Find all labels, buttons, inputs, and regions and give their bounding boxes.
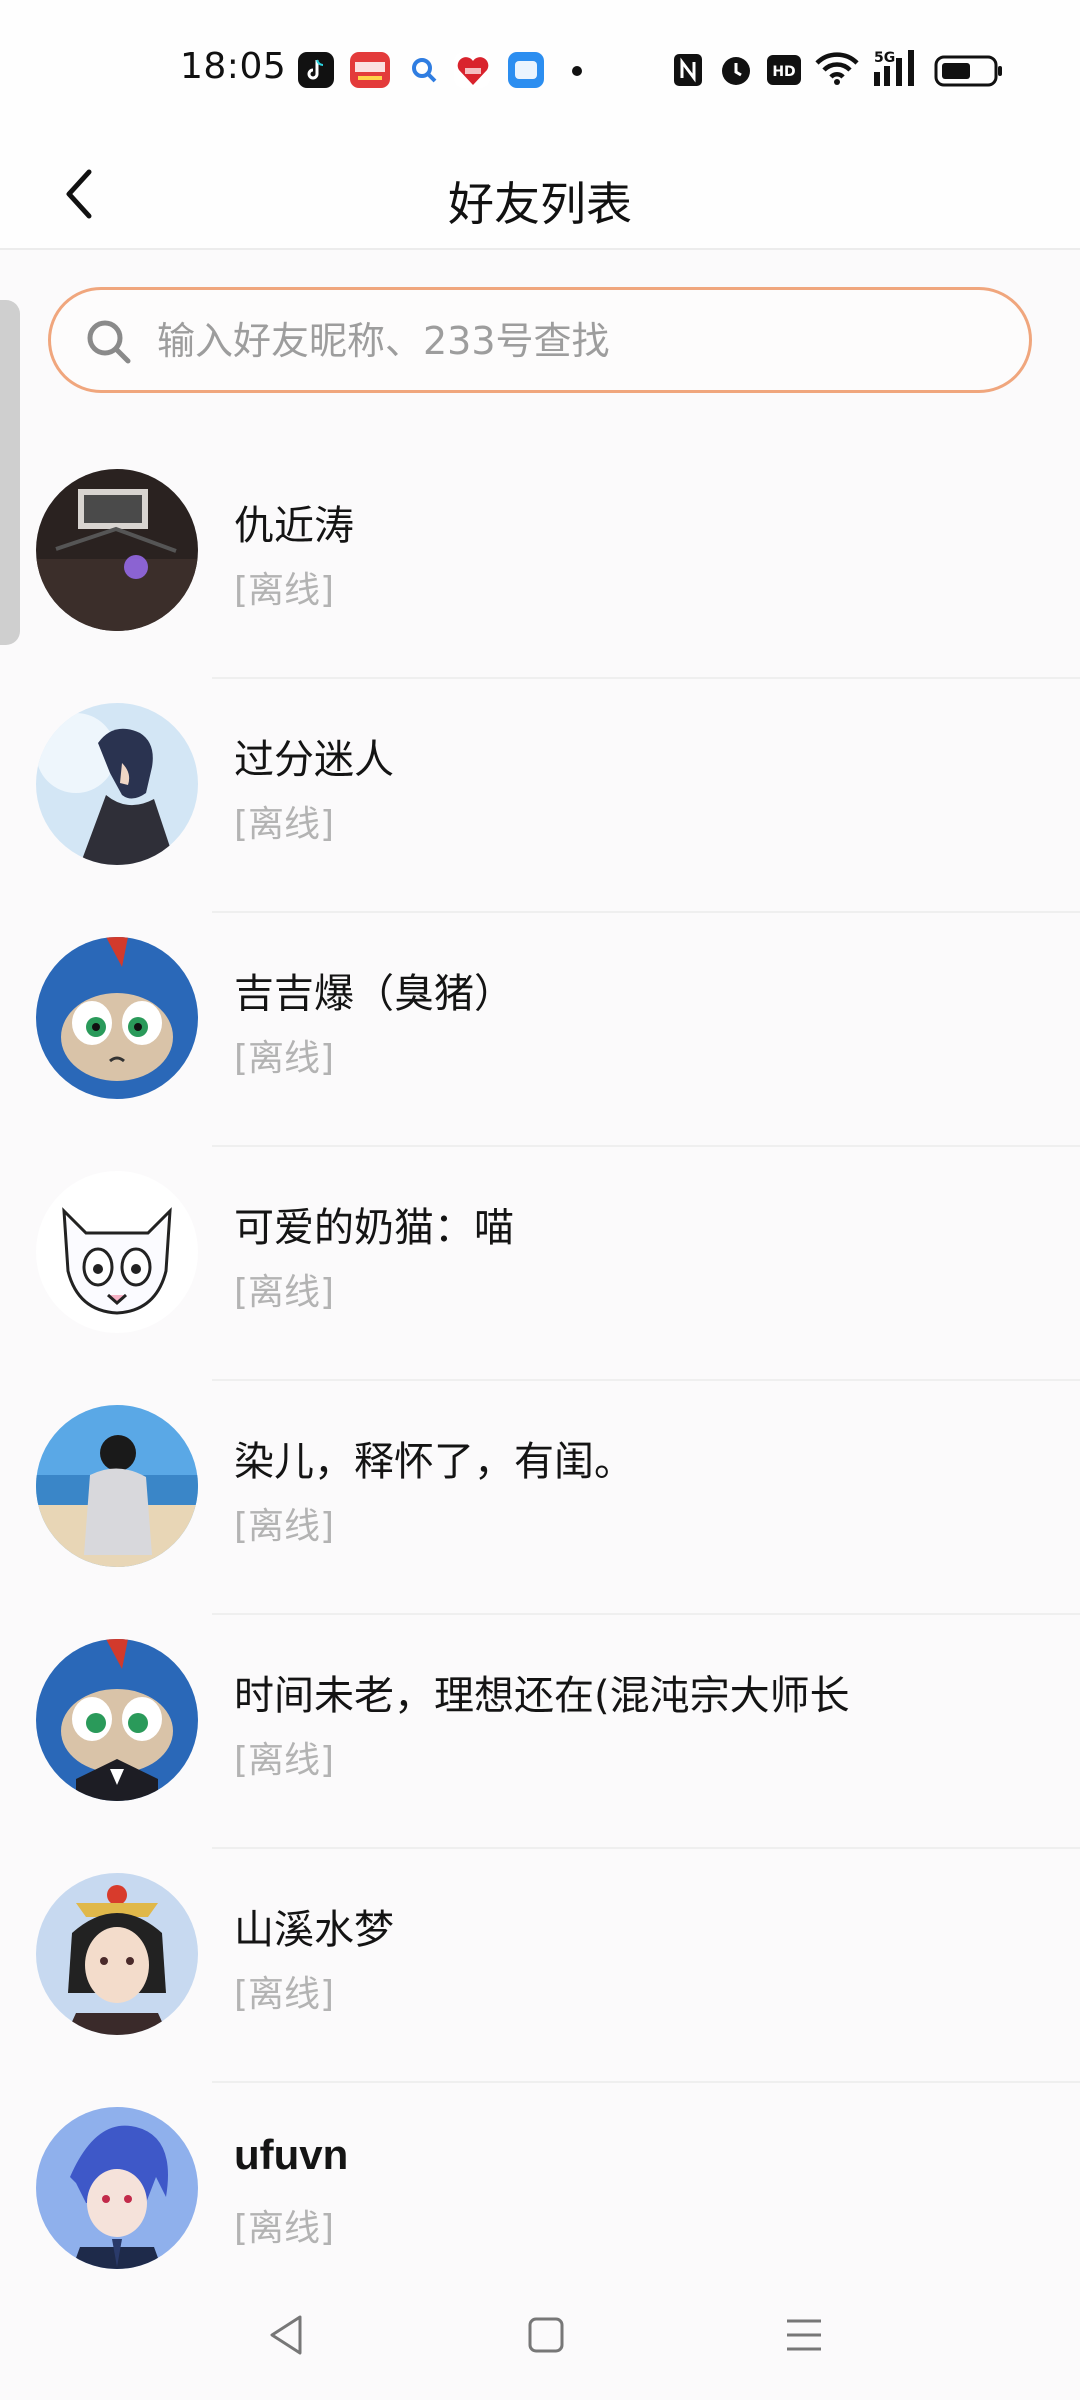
avatar[interactable]: [36, 2107, 198, 2269]
friend-name: 山溪水梦: [234, 1907, 394, 1953]
square-home-icon: [528, 2317, 564, 2353]
friend-name: 可爱的奶猫：喵: [234, 1205, 514, 1251]
nfc-icon: [674, 54, 702, 86]
status-bar: 18:05 HD 5G: [0, 0, 1080, 140]
list-item[interactable]: 山溪水梦 [离线]: [0, 1849, 1080, 2083]
triangle-back-icon: [270, 2315, 302, 2355]
nav-menu-button[interactable]: [764, 2300, 844, 2370]
avatar[interactable]: [36, 1405, 198, 1567]
friend-name: 过分迷人: [234, 737, 394, 783]
avatar[interactable]: [36, 1639, 198, 1801]
5g-signal-icon: 5G: [874, 50, 914, 86]
shopping-618-icon: [454, 52, 490, 88]
friend-status: [离线]: [234, 1272, 335, 1313]
douyin-icon: [298, 52, 334, 88]
friend-name: 染儿，释怀了，有闺。: [234, 1439, 634, 1485]
avatar[interactable]: [36, 937, 198, 1099]
list-item[interactable]: 可爱的奶猫：喵 [离线]: [0, 1147, 1080, 1381]
list-item[interactable]: 时间未老，理想还在(混沌宗大师长 [离线]: [0, 1615, 1080, 1849]
system-nav-bar: [0, 2270, 1080, 2400]
avatar[interactable]: [36, 469, 198, 631]
search-icon: [87, 320, 131, 364]
avatar[interactable]: [36, 1873, 198, 2035]
friend-status: [离线]: [234, 1038, 335, 1079]
list-item[interactable]: 染儿，释怀了，有闺。 [离线]: [0, 1381, 1080, 1615]
search-app-icon: [406, 52, 442, 88]
list-item[interactable]: 仇近涛 [离线]: [0, 445, 1080, 679]
nav-back-button[interactable]: [246, 2300, 326, 2370]
friend-status: [离线]: [234, 570, 335, 611]
menu-lines-icon: [787, 2319, 821, 2351]
avatar[interactable]: [36, 703, 198, 865]
avatar[interactable]: [36, 1171, 198, 1333]
alarm-icon: [722, 57, 750, 85]
list-item[interactable]: 吉吉爆（臭猪） [离线]: [0, 913, 1080, 1147]
friend-status: [离线]: [234, 1974, 335, 2015]
battery-icon: [934, 55, 1002, 87]
friend-name: ufuvn: [234, 2131, 349, 2178]
friend-status: [离线]: [234, 1506, 335, 1547]
list-item[interactable]: 过分迷人 [离线]: [0, 679, 1080, 913]
status-time: 18:05: [180, 46, 287, 87]
notification-dot-icon: [572, 66, 582, 76]
friend-name: 吉吉爆（臭猪）: [234, 971, 514, 1017]
app-header: 好友列表: [0, 140, 1080, 250]
svg-text:HD: HD: [772, 64, 795, 80]
friend-status: [离线]: [234, 1740, 335, 1781]
search-input[interactable]: [157, 308, 997, 374]
svg-text:5G: 5G: [874, 50, 895, 66]
friend-list: 仇近涛 [离线] 过分迷人 [离线] 吉吉爆（臭猪） [离线] 可爱的奶猫：喵 …: [0, 445, 1080, 2317]
search-box[interactable]: [48, 287, 1032, 393]
nav-home-button[interactable]: [506, 2300, 586, 2370]
wifi-icon: [815, 52, 859, 85]
message-app-icon: [508, 52, 544, 88]
hd-icon: HD: [767, 55, 801, 85]
friend-status: [离线]: [234, 2208, 335, 2249]
friend-name: 时间未老，理想还在(混沌宗大师长: [234, 1673, 850, 1719]
toutiao-icon: [350, 52, 390, 88]
friend-status: [离线]: [234, 804, 335, 845]
page-title: 好友列表: [448, 177, 632, 231]
friend-name: 仇近涛: [234, 503, 354, 549]
